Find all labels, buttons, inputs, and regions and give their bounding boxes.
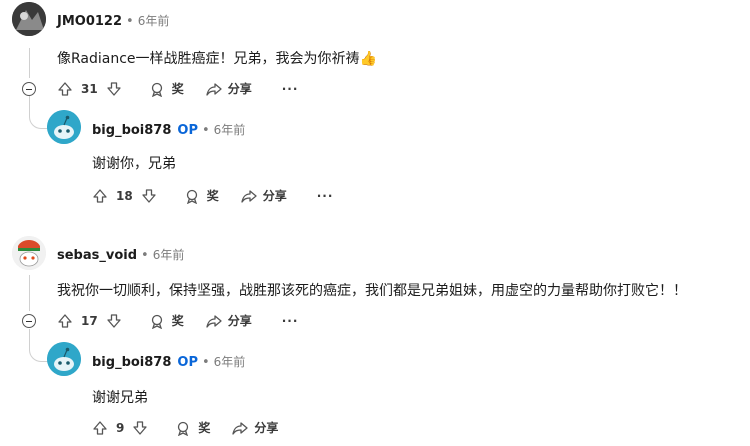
downvote-icon[interactable]	[132, 420, 148, 436]
separator-dot: •	[126, 14, 134, 29]
more-options-button[interactable]: ···	[282, 314, 299, 328]
upvote-icon[interactable]	[92, 420, 108, 436]
share-label: 分享	[227, 82, 252, 96]
username[interactable]: big_boi878	[92, 355, 171, 370]
comment-body: 我祝你一切顺利，保持坚强，战胜那该死的癌症，我们都是兄弟姐妹，用虚空的力量帮助你…	[57, 283, 687, 299]
username[interactable]: big_boi878	[92, 123, 171, 138]
award-button[interactable]: 奖	[185, 187, 219, 204]
award-label: 奖	[171, 314, 184, 328]
separator-dot: •	[202, 123, 210, 138]
comment-body: 谢谢兄弟	[92, 390, 148, 406]
thread-connector	[29, 96, 48, 129]
more-options-button[interactable]: ···	[282, 82, 299, 96]
op-badge: OP	[177, 123, 198, 138]
award-icon	[176, 420, 192, 436]
share-label: 分享	[262, 189, 287, 203]
vote-count: 31	[81, 81, 98, 96]
downvote-icon[interactable]	[106, 81, 122, 97]
vote-group: 31	[57, 81, 122, 97]
downvote-icon[interactable]	[106, 313, 122, 329]
upvote-icon[interactable]	[57, 81, 73, 97]
award-label: 奖	[198, 421, 211, 435]
separator-dot: •	[202, 355, 210, 370]
award-label: 奖	[171, 82, 184, 96]
downvote-icon[interactable]	[141, 188, 157, 204]
avatar[interactable]	[47, 342, 81, 376]
share-icon	[232, 420, 249, 436]
more-options-button[interactable]: ···	[317, 189, 334, 203]
award-icon	[150, 81, 166, 97]
award-icon	[150, 313, 166, 329]
share-button[interactable]: 分享	[206, 312, 252, 329]
username[interactable]: JMO0122	[57, 14, 122, 29]
separator-dot: •	[141, 248, 149, 263]
vote-group: 18	[92, 188, 157, 204]
avatar[interactable]	[47, 110, 81, 144]
comment-header: big_boi878 OP • 6年前	[92, 353, 245, 370]
thread-line	[29, 275, 30, 311]
more-icon: ···	[281, 313, 299, 328]
upvote-icon[interactable]	[92, 188, 108, 204]
share-button[interactable]: 分享	[241, 187, 287, 204]
timestamp[interactable]: 6年前	[214, 123, 246, 137]
share-label: 分享	[254, 421, 279, 435]
comment-header: JMO0122 • 6年前	[57, 12, 169, 29]
comment-header: sebas_void • 6年前	[57, 246, 184, 263]
more-icon: ···	[281, 81, 299, 96]
op-badge: OP	[177, 355, 198, 370]
share-icon	[206, 81, 222, 97]
timestamp[interactable]: 6年前	[214, 355, 246, 369]
thread-connector	[29, 329, 48, 362]
share-icon	[206, 313, 222, 329]
timestamp[interactable]: 6年前	[153, 248, 185, 262]
avatar[interactable]	[12, 2, 46, 36]
comment-actions: 17 奖 分享 ···	[57, 312, 312, 329]
comment-header: big_boi878 OP • 6年前	[92, 121, 245, 138]
collapse-button[interactable]	[22, 82, 36, 96]
vote-count: 9	[116, 420, 125, 435]
more-icon: ···	[316, 188, 334, 203]
vote-count: 17	[81, 313, 98, 328]
vote-count: 18	[116, 188, 133, 203]
avatar[interactable]	[12, 236, 46, 270]
upvote-icon[interactable]	[57, 313, 73, 329]
award-button[interactable]: 奖	[150, 312, 184, 329]
share-label: 分享	[227, 314, 252, 328]
vote-group: 17	[57, 313, 122, 329]
comment-body: 谢谢你，兄弟	[92, 156, 176, 172]
vote-group: 9	[92, 420, 148, 436]
award-icon	[185, 188, 201, 204]
award-button[interactable]: 奖	[150, 80, 184, 97]
award-button[interactable]: 奖	[176, 419, 210, 436]
thread-line	[29, 48, 30, 78]
timestamp[interactable]: 6年前	[138, 14, 170, 28]
comment-actions: 9 奖 分享	[92, 419, 292, 436]
share-button[interactable]: 分享	[232, 419, 278, 436]
share-button[interactable]: 分享	[206, 80, 252, 97]
collapse-button[interactable]	[22, 314, 36, 328]
comment-actions: 31 奖 分享 ···	[57, 80, 312, 97]
award-label: 奖	[206, 189, 219, 203]
comment-body: 像Radiance一样战胜癌症！兄弟，我会为你祈祷👍	[57, 51, 377, 67]
username[interactable]: sebas_void	[57, 248, 137, 263]
share-icon	[241, 188, 257, 204]
comment-actions: 18 奖 分享 ···	[92, 187, 347, 204]
